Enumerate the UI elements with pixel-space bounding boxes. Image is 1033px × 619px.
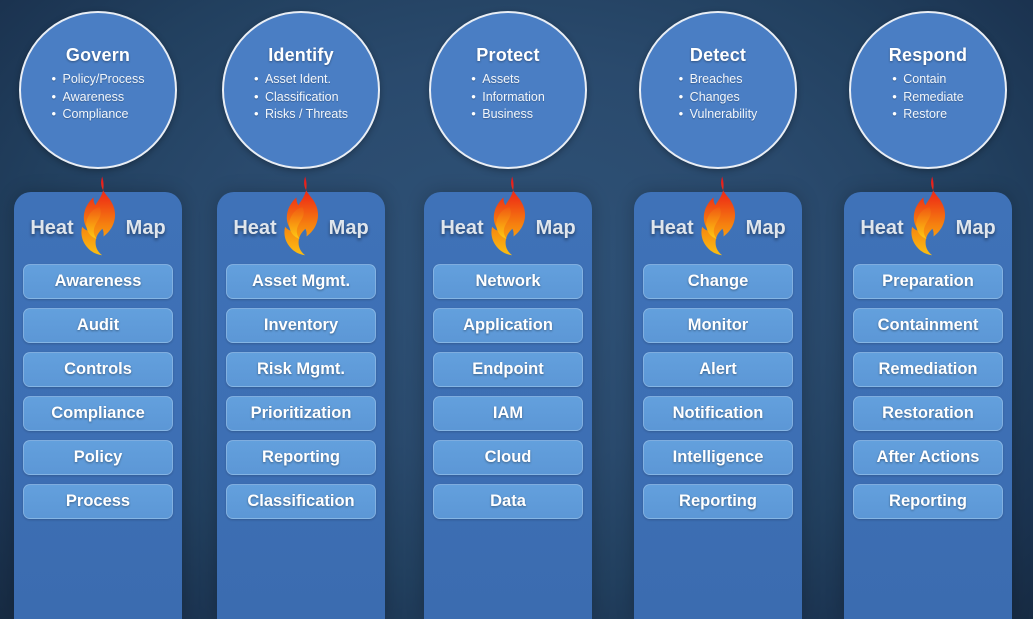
heatmap-item[interactable]: Prioritization bbox=[226, 396, 376, 431]
heatmap-header: Heat Map bbox=[217, 176, 385, 264]
function-circle-detect[interactable]: Detect BreachesChangesVulnerability bbox=[639, 11, 797, 169]
heatmap-label-map: Map bbox=[955, 216, 996, 239]
heatmap-panel-govern: Heat Map Awareness Audit Controls Compliance… bbox=[14, 176, 182, 619]
function-bullet-list: ContainRemediateRestore bbox=[892, 70, 963, 124]
heatmap-header: Heat Map bbox=[844, 176, 1012, 264]
function-bullet: Assets bbox=[471, 70, 545, 89]
heatmap-item[interactable]: Audit bbox=[23, 308, 173, 343]
heatmap-item-list: Awareness Audit Controls Compliance Policy Pr… bbox=[14, 264, 182, 519]
heatmap-item-list: Asset Mgmt. Inventory Risk Mgmt. Prioritiza… bbox=[217, 264, 385, 519]
function-column-protect: Protect AssetsInformationBusiness Heat Map… bbox=[410, 0, 606, 619]
function-bullet: Asset Ident. bbox=[254, 70, 348, 89]
heatmap-header: Heat Map bbox=[14, 176, 182, 264]
flame-icon bbox=[81, 176, 116, 256]
function-bullet-list: BreachesChangesVulnerability bbox=[679, 70, 758, 124]
heatmap-item[interactable]: Reporting bbox=[853, 484, 1003, 519]
heatmap-item[interactable]: Alert bbox=[643, 352, 793, 387]
function-bullet: Changes bbox=[679, 88, 758, 107]
heatmap-item[interactable]: Change bbox=[643, 264, 793, 299]
function-title: Govern bbox=[65, 45, 131, 65]
function-title: Protect bbox=[476, 45, 540, 65]
heatmap-item[interactable]: Intelligence bbox=[643, 440, 793, 475]
flame-icon bbox=[911, 176, 946, 256]
function-bullet: Classification bbox=[254, 88, 348, 107]
function-column-govern: GovernPolicy/ProcessAwarenessComplianceH… bbox=[0, 0, 196, 619]
heatmap-panel-protect: Heat Map Network Application Endpoint IAM Clo… bbox=[424, 176, 592, 619]
heatmap-item[interactable]: IAM bbox=[433, 396, 583, 431]
heatmap-label-map: Map bbox=[535, 216, 576, 239]
function-bullet: Remediate bbox=[892, 88, 963, 107]
heatmap-label-heat: Heat bbox=[233, 216, 277, 239]
heatmap-item[interactable]: Application bbox=[433, 308, 583, 343]
function-bullet: Contain bbox=[892, 70, 963, 89]
framework-diagram: GovernPolicy/ProcessAwarenessComplianceH… bbox=[0, 0, 1033, 619]
function-bullet-list: Asset Ident.ClassificationRisks / Threat… bbox=[254, 70, 348, 124]
heatmap-label-heat: Heat bbox=[440, 216, 484, 239]
function-title: Identify bbox=[268, 45, 334, 65]
function-bullet: Risks / Threats bbox=[254, 105, 348, 124]
heatmap-item[interactable]: Compliance bbox=[23, 396, 173, 431]
function-bullet: Breaches bbox=[679, 70, 758, 89]
heatmap-label-heat: Heat bbox=[860, 216, 904, 239]
function-column-respond: RespondContainRemediateRestoreHeat MapPr… bbox=[830, 0, 1026, 619]
heatmap-item[interactable]: Reporting bbox=[643, 484, 793, 519]
function-column-detect: Detect BreachesChangesVulnerability Heat M… bbox=[620, 0, 816, 619]
function-bullet: Compliance bbox=[52, 105, 145, 124]
function-bullet: Policy/Process bbox=[52, 70, 145, 89]
heatmap-label-heat: Heat bbox=[30, 216, 74, 239]
heatmap-item[interactable]: Data bbox=[433, 484, 583, 519]
heatmap-item[interactable]: Inventory bbox=[226, 308, 376, 343]
heatmap-label-map: Map bbox=[125, 216, 166, 239]
function-column-identify: IdentifyAsset Ident.ClassificationRisks … bbox=[203, 0, 399, 619]
flame-icon bbox=[284, 176, 319, 256]
heatmap-item-list: Network Application Endpoint IAM Cloud Data bbox=[424, 264, 592, 519]
heatmap-item[interactable]: After Actions bbox=[853, 440, 1003, 475]
function-bullet: Business bbox=[471, 105, 545, 124]
heatmap-item[interactable]: Containment bbox=[853, 308, 1003, 343]
heatmap-item[interactable]: Process bbox=[23, 484, 173, 519]
heatmap-label-map: Map bbox=[328, 216, 369, 239]
heatmap-item[interactable]: Monitor bbox=[643, 308, 793, 343]
heatmap-item[interactable]: Network bbox=[433, 264, 583, 299]
heatmap-item-list: Preparation Containment Remediation Restora… bbox=[844, 264, 1012, 519]
function-circle-govern[interactable]: Govern Policy/ProcessAwarenessCompliance bbox=[19, 11, 177, 169]
function-circle-respond[interactable]: Respond ContainRemediateRestore bbox=[849, 11, 1007, 169]
heatmap-item[interactable]: Cloud bbox=[433, 440, 583, 475]
heatmap-item[interactable]: Endpoint bbox=[433, 352, 583, 387]
heatmap-item[interactable]: Reporting bbox=[226, 440, 376, 475]
heatmap-item[interactable]: Restoration bbox=[853, 396, 1003, 431]
heatmap-item-list: Change Monitor Alert Notification Intelligen… bbox=[634, 264, 802, 519]
function-circle-identify[interactable]: Identify Asset Ident.ClassificationRisks … bbox=[222, 11, 380, 169]
function-bullet: Information bbox=[471, 88, 545, 107]
function-circle-protect[interactable]: Protect AssetsInformationBusiness bbox=[429, 11, 587, 169]
flame-icon bbox=[701, 176, 736, 256]
heatmap-item[interactable]: Awareness bbox=[23, 264, 173, 299]
heatmap-item[interactable]: Preparation bbox=[853, 264, 1003, 299]
heatmap-header: Heat Map bbox=[424, 176, 592, 264]
heatmap-item[interactable]: Remediation bbox=[853, 352, 1003, 387]
function-title: Detect bbox=[689, 45, 747, 65]
heatmap-header: Heat Map bbox=[634, 176, 802, 264]
heatmap-panel-identify: Heat Map Asset Mgmt. Inventory Risk Mgmt. Pr… bbox=[217, 176, 385, 619]
heatmap-item[interactable]: Controls bbox=[23, 352, 173, 387]
heatmap-panel-detect: Heat Map Change Monitor Alert Notification In… bbox=[634, 176, 802, 619]
heatmap-item[interactable]: Policy bbox=[23, 440, 173, 475]
heatmap-label-heat: Heat bbox=[650, 216, 694, 239]
heatmap-item[interactable]: Notification bbox=[643, 396, 793, 431]
function-bullet: Restore bbox=[892, 105, 963, 124]
heatmap-item[interactable]: Risk Mgmt. bbox=[226, 352, 376, 387]
function-title: Respond bbox=[888, 45, 968, 65]
function-bullet-list: Policy/ProcessAwarenessCompliance bbox=[52, 70, 145, 124]
function-bullet-list: AssetsInformationBusiness bbox=[471, 70, 545, 124]
heatmap-label-map: Map bbox=[745, 216, 786, 239]
function-bullet: Awareness bbox=[52, 88, 145, 107]
heatmap-item[interactable]: Classification bbox=[226, 484, 376, 519]
flame-icon bbox=[491, 176, 526, 256]
heatmap-item[interactable]: Asset Mgmt. bbox=[226, 264, 376, 299]
function-bullet: Vulnerability bbox=[679, 105, 758, 124]
heatmap-panel-respond: Heat Map Preparation Containment Remediatio… bbox=[844, 176, 1012, 619]
